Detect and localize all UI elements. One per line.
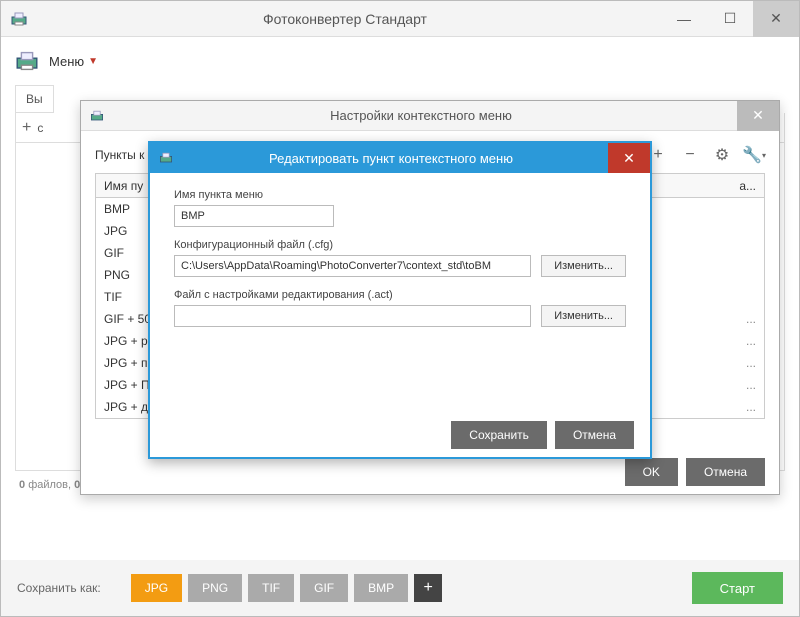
edit-title: Редактировать пункт контекстного меню bbox=[174, 151, 608, 166]
footer-bar: Сохранить как: JPG PNG TIF GIF BMP + Ста… bbox=[1, 560, 799, 616]
settings-title: Настройки контекстного меню bbox=[105, 108, 737, 123]
main-title: Фотоконвертер Стандарт bbox=[29, 11, 661, 27]
name-field-label: Имя пункта меню bbox=[174, 189, 626, 201]
edit-cancel-button[interactable]: Отмена bbox=[555, 421, 634, 449]
toolbar-label-partial: с bbox=[37, 121, 43, 135]
format-button-bmp[interactable]: BMP bbox=[354, 574, 408, 602]
grid-header-ext: а... bbox=[739, 179, 756, 193]
main-titlebar: Фотоконвертер Стандарт — ☐ ✕ bbox=[1, 1, 799, 37]
toolbar-plus-icon[interactable]: + bbox=[22, 119, 31, 137]
row-ext: ... bbox=[746, 312, 756, 326]
edit-dialog: Редактировать пункт контекстного меню ✕ … bbox=[148, 141, 652, 459]
cfg-change-button[interactable]: Изменить... bbox=[541, 255, 626, 277]
act-change-button[interactable]: Изменить... bbox=[541, 305, 626, 327]
status-files-count: 0 bbox=[19, 479, 25, 491]
format-button-jpg[interactable]: JPG bbox=[131, 574, 182, 602]
start-button[interactable]: Старт bbox=[692, 572, 783, 604]
settings-cancel-button[interactable]: Отмена bbox=[686, 458, 765, 486]
settings-dialog-icon bbox=[89, 108, 105, 124]
gear-icon[interactable]: ⚙ bbox=[711, 144, 733, 166]
wrench-icon[interactable]: 🔧▾ bbox=[743, 144, 765, 166]
save-as-label: Сохранить как: bbox=[17, 581, 101, 595]
edit-titlebar[interactable]: Редактировать пункт контекстного меню ✕ bbox=[150, 143, 650, 173]
row-name: JPG bbox=[104, 224, 127, 238]
menu-caret-icon[interactable]: ▼ bbox=[88, 56, 98, 67]
close-button[interactable]: ✕ bbox=[753, 1, 799, 37]
row-ext: ... bbox=[746, 356, 756, 370]
format-add-button[interactable]: + bbox=[414, 574, 442, 602]
row-name: JPG + p bbox=[104, 334, 148, 348]
act-field-label: Файл с настройками редактирования (.act) bbox=[174, 289, 626, 301]
row-ext: ... bbox=[746, 400, 756, 414]
settings-titlebar: Настройки контекстного меню ✕ bbox=[81, 101, 779, 131]
status-files-label: файлов, bbox=[28, 479, 71, 491]
row-ext: ... bbox=[746, 334, 756, 348]
app-big-icon bbox=[13, 47, 41, 75]
format-button-gif[interactable]: GIF bbox=[300, 574, 348, 602]
row-name: PNG bbox=[104, 268, 130, 282]
act-field[interactable] bbox=[174, 305, 531, 327]
maximize-button[interactable]: ☐ bbox=[707, 1, 753, 37]
minimize-button[interactable]: — bbox=[661, 1, 707, 37]
edit-close-button[interactable]: ✕ bbox=[608, 143, 650, 173]
row-name: GIF + 50 bbox=[104, 312, 151, 326]
edit-footer: Сохранить Отмена bbox=[150, 413, 650, 457]
row-name: GIF bbox=[104, 246, 124, 260]
row-name: BMP bbox=[104, 202, 130, 216]
toolbar-remove-icon[interactable]: − bbox=[679, 144, 701, 166]
window-buttons: — ☐ ✕ bbox=[661, 1, 799, 37]
name-field[interactable] bbox=[174, 205, 334, 227]
format-button-png[interactable]: PNG bbox=[188, 574, 242, 602]
edit-save-button[interactable]: Сохранить bbox=[451, 421, 547, 449]
row-name: TIF bbox=[104, 290, 122, 304]
points-label: Пункты к bbox=[95, 148, 144, 162]
settings-ok-button[interactable]: OK bbox=[625, 458, 678, 486]
row-name: JPG + П bbox=[104, 378, 150, 392]
menu-strip: Меню ▼ bbox=[1, 37, 799, 85]
cfg-field[interactable] bbox=[174, 255, 531, 277]
row-name: JPG + д bbox=[104, 400, 148, 414]
row-ext: ... bbox=[746, 378, 756, 392]
cfg-field-label: Конфигурационный файл (.cfg) bbox=[174, 239, 626, 251]
edit-dialog-icon bbox=[158, 150, 174, 166]
format-button-tif[interactable]: TIF bbox=[248, 574, 294, 602]
settings-close-button[interactable]: ✕ bbox=[737, 101, 779, 131]
row-name: JPG + п bbox=[104, 356, 148, 370]
tab-partial[interactable]: Вы bbox=[15, 85, 54, 113]
menu-label[interactable]: Меню bbox=[49, 54, 84, 69]
app-icon bbox=[9, 9, 29, 29]
